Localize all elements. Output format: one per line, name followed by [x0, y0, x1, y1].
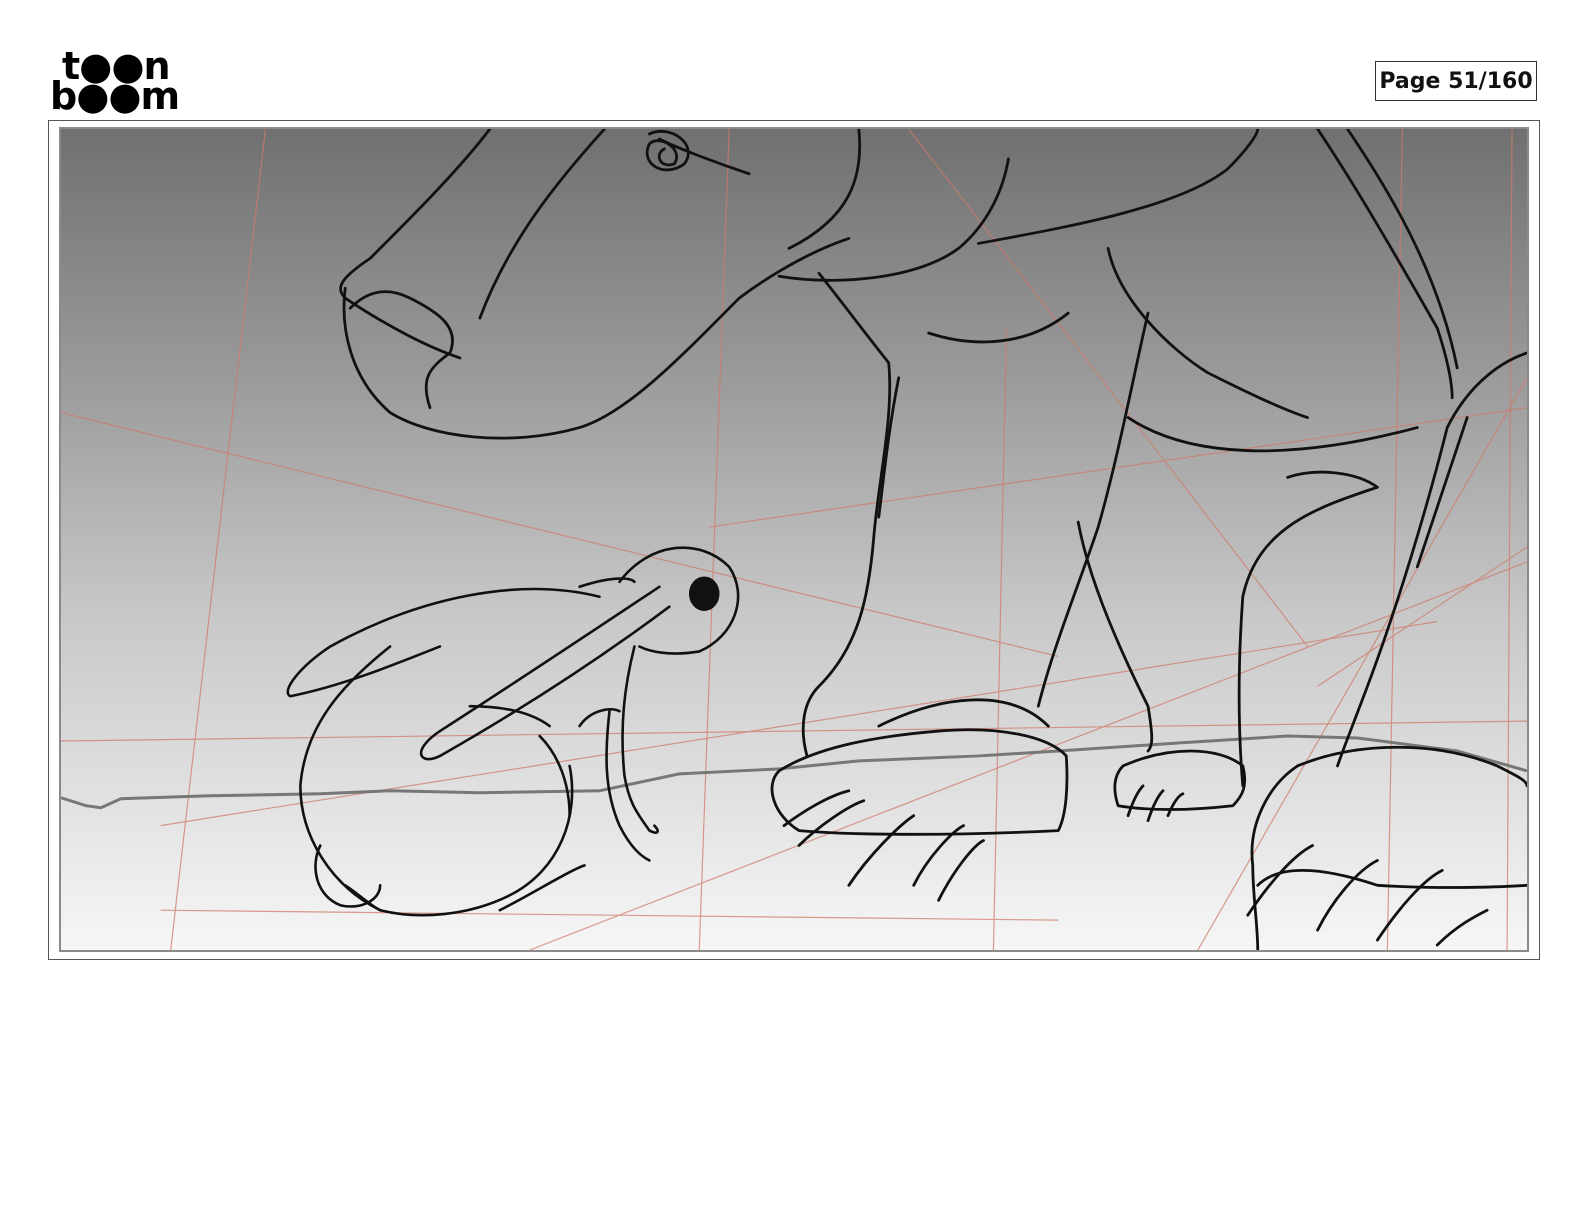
- logo-line-2: b●●m: [50, 74, 180, 118]
- page-number-label: Page 51/160: [1375, 61, 1537, 101]
- toon-boom-logo: t●●n b●●m: [50, 47, 180, 115]
- storyboard-panel-frame: [48, 120, 1540, 960]
- storyboard-panel: [59, 127, 1529, 952]
- storyboard-sketch-icon: [61, 129, 1527, 950]
- creature-sketch: [339, 129, 1527, 950]
- rabbit-sketch: [286, 546, 740, 917]
- ground-line: [61, 734, 1527, 810]
